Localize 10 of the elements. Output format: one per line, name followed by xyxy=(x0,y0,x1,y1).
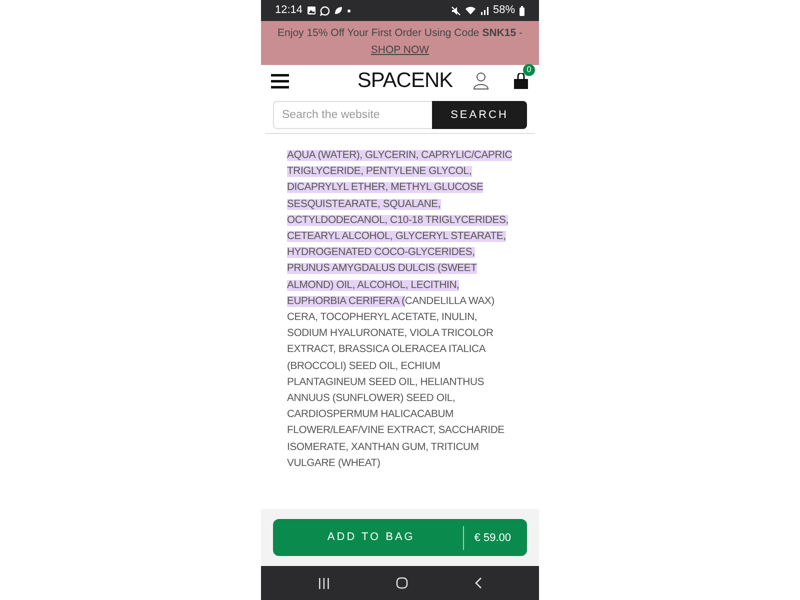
add-to-bag-button[interactable]: ADD TO BAG € 59.00 xyxy=(273,519,527,556)
ingredients-text: AQUA (WATER), GLYCERIN, CAPRYLIC/CAPRIC TRIGLYCERIDE, PENTYLENE GLYCOL, DICAPRYLYL ETHER, METHYL GLUCOSE SESQUISTEARATE, SQUALANE, OCTYLDODECANOL, C10-18 TRIGLYCERIDES, CETEARYL ALCOHOL, GLYCERYL STEARATE, HYDROGENATED COCO-GLYCERIDES, PRUNUS AMYGDALUS DULCIS (SWEET ALMOND) OIL, ALCOHOL, LECITHIN, EUPHORBIA CERIFERA (CANDELILLA WAX) CERA, TOCOPHERYL ACETATE, INULIN, SODIUM HYALURONATE, VIOLA TRICOLOR EXTRACT, BRASSICA OLERACEA ITALICA (BROCCOLI) SEED OIL, ECHIUM PLANTAGINEUM SEED OIL, HELIANTHUS ANNUUS (SUNFLOWER) SEED OIL, CARDIOSPERMUM HALICACABUM FLOWER/LEAF/VINE EXTRACT, SACCHARIDE ISOMERATE, XANTHAN GUM, TRITICUM VULGARE (WHEAT) xyxy=(286,149,514,471)
logo[interactable]: SPACENK xyxy=(357,65,453,97)
shop-now-link[interactable]: SHOP NOW xyxy=(370,44,430,56)
bag-count-badge: 0 xyxy=(523,64,535,76)
search-field[interactable]: Search the website xyxy=(273,101,432,129)
promo-text: Enjoy 15% Off Your First Order Using Code SNK15 - xyxy=(278,27,522,39)
status-time: 12:14 xyxy=(275,3,303,18)
search-button[interactable]: SEARCH xyxy=(432,101,527,129)
battery-percent: 58% xyxy=(492,3,515,18)
